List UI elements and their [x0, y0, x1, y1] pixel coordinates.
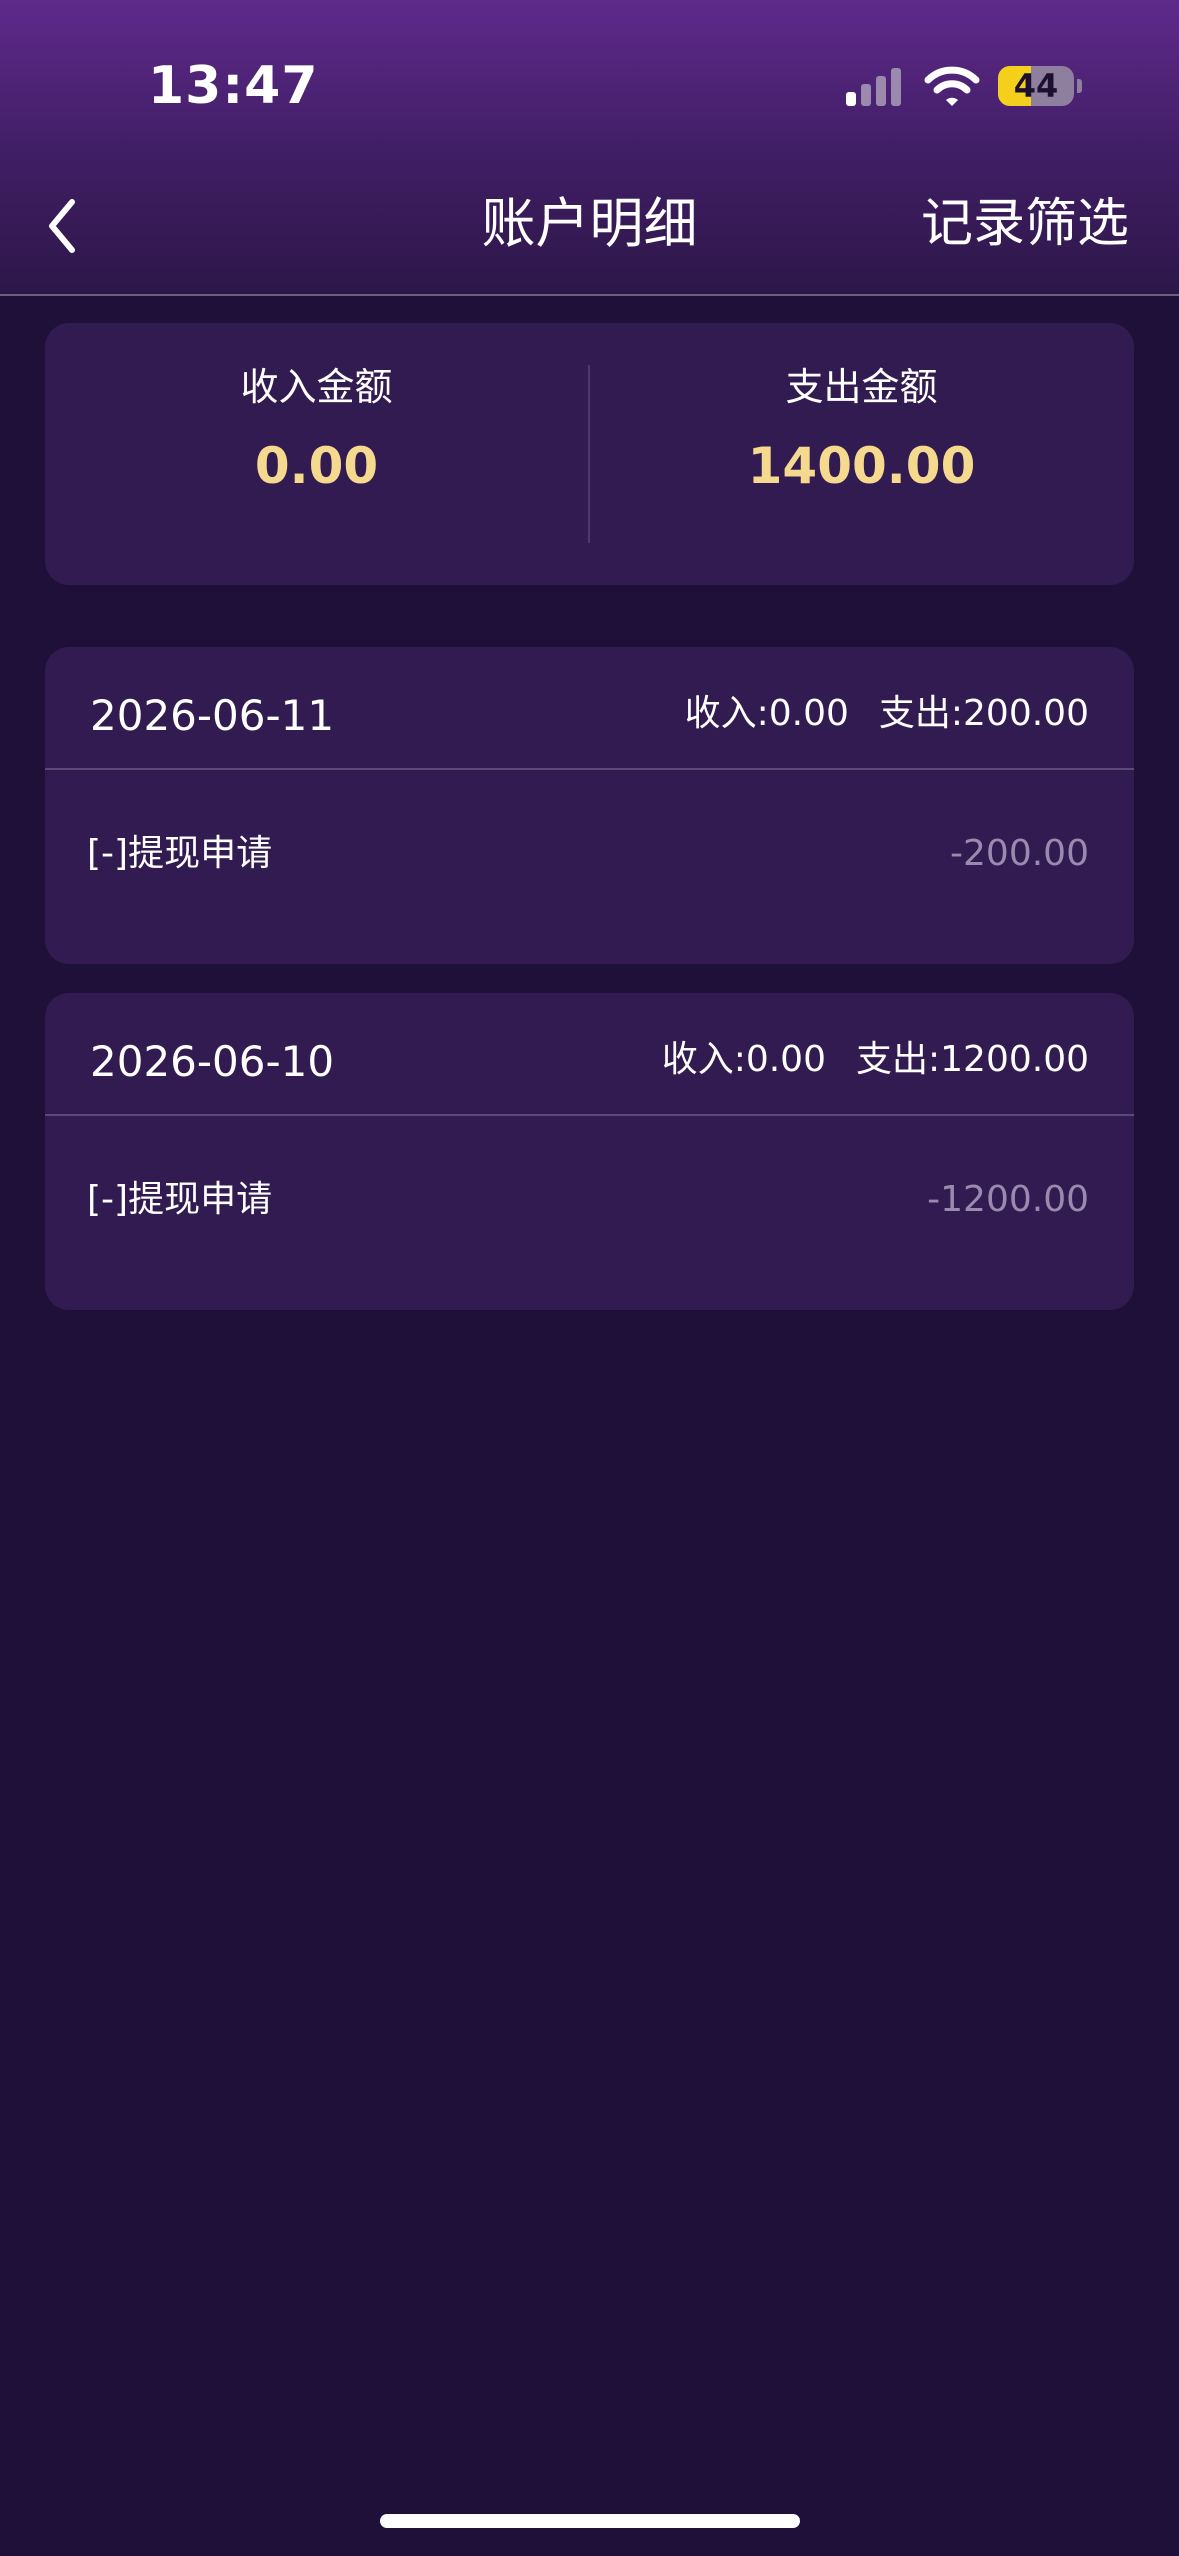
- summary-card: 收入金额 0.00 支出金额 1400.00: [45, 323, 1134, 585]
- record-description: [-]提现申请: [87, 1179, 273, 1220]
- income-label: 收入金额: [240, 365, 393, 409]
- record-expense-summary: 支出:200.00: [878, 693, 1089, 734]
- record-daily-sums: 收入:0.00 支出:200.00: [685, 689, 1089, 739]
- record-daily-sums: 收入:0.00 支出:1200.00: [662, 1035, 1089, 1085]
- record-description: [-]提现申请: [87, 833, 273, 874]
- record-filter-button[interactable]: 记录筛选: [921, 188, 1129, 260]
- expense-summary: 支出金额 1400.00: [590, 361, 1133, 497]
- record-amount: -200.00: [950, 833, 1089, 874]
- record-group: 2026-06-11 收入:0.00 支出:200.00 [-]提现申请 -200…: [45, 647, 1134, 964]
- record-date: 2026-06-11: [90, 691, 335, 740]
- record-group-header: 2026-06-10 收入:0.00 支出:1200.00: [45, 993, 1134, 1116]
- record-date: 2026-06-10: [90, 1037, 335, 1086]
- record-group: 2026-06-10 收入:0.00 支出:1200.00 [-]提现申请 -12…: [45, 993, 1134, 1310]
- record-income-summary: 收入:0.00: [684, 693, 849, 734]
- expense-label: 支出金额: [785, 365, 938, 409]
- signal-icon: [846, 66, 906, 106]
- battery-icon: 44: [998, 66, 1074, 106]
- status-time: 13:47: [148, 56, 319, 116]
- record-amount: -1200.00: [927, 1179, 1089, 1220]
- home-indicator: [380, 2514, 800, 2528]
- record-income-summary: 收入:0.00: [661, 1039, 826, 1080]
- battery-level: 44: [1013, 67, 1059, 105]
- top-bar: 13:47 44 账户明细 记录筛选: [0, 0, 1179, 296]
- expense-value: 1400.00: [747, 437, 976, 495]
- income-value: 0.00: [254, 437, 379, 495]
- record-group-header: 2026-06-11 收入:0.00 支出:200.00: [45, 647, 1134, 770]
- battery-nub: [1077, 79, 1082, 93]
- wifi-icon: [924, 66, 980, 106]
- income-summary: 收入金额 0.00: [45, 361, 588, 497]
- record-expense-summary: 支出:1200.00: [856, 1039, 1089, 1080]
